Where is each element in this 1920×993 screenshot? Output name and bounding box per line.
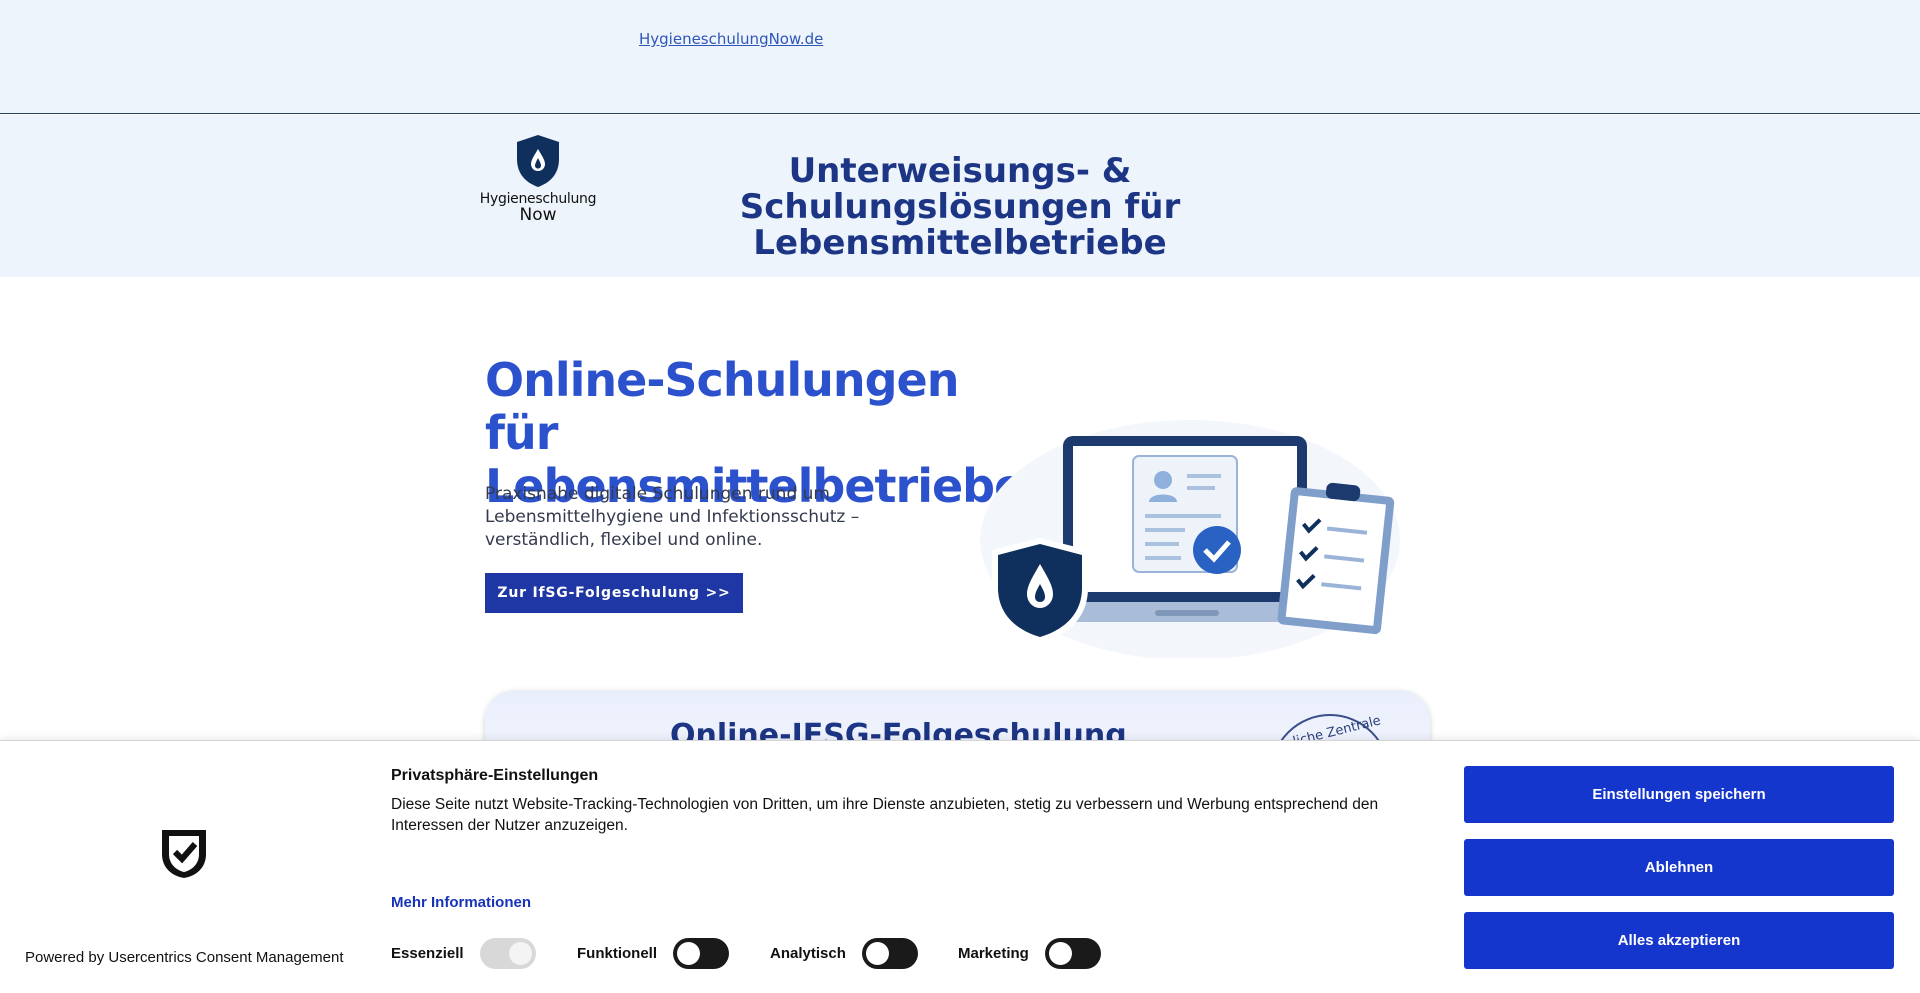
toggle-essential-switch (479, 938, 536, 969)
more-info-link[interactable]: Mehr Informationen (391, 894, 531, 911)
usercentrics-shield-icon (162, 830, 206, 878)
toggle-marketing: Marketing (958, 938, 1101, 969)
accept-all-button[interactable]: Alles akzeptieren (1464, 912, 1894, 969)
toggle-marketing-label: Marketing (958, 945, 1029, 962)
toggle-functional-label: Funktionell (577, 945, 657, 962)
toggle-marketing-switch[interactable] (1044, 938, 1101, 969)
powered-by-text: Powered by Usercentrics Consent Manageme… (25, 949, 344, 966)
laptop-checklist-illustration (980, 420, 1400, 658)
shield-drop-icon (517, 135, 559, 187)
site-link[interactable]: HygieneschulungNow.de (639, 30, 823, 48)
hero-description: Praxisnahe digitale Schulungen rund um L… (485, 484, 860, 550)
toggle-essential: Essenziell (391, 938, 536, 969)
consent-description: Diese Seite nutzt Website-Tracking-Techn… (391, 796, 1379, 834)
top-bar: HygieneschulungNow.de (0, 0, 1920, 114)
toggle-essential-label: Essenziell (391, 945, 464, 962)
toggle-analytics-switch[interactable] (861, 938, 918, 969)
logo-text-line2: Now (519, 205, 557, 225)
toggle-analytics: Analytisch (770, 938, 918, 969)
toggle-functional: Funktionell (577, 938, 729, 969)
consent-title: Privatsphäre-Einstellungen (391, 767, 599, 784)
toggle-functional-switch[interactable] (673, 938, 729, 969)
cookie-consent-banner: Powered by Usercentrics Consent Manageme… (0, 740, 1920, 993)
deny-button[interactable]: Ablehnen (1464, 839, 1894, 896)
site-header: Hygieneschulung Now Unterweisungs- & Sch… (0, 115, 1920, 277)
ifsg-followup-button[interactable]: Zur IfSG-Folgeschulung >> (485, 573, 743, 613)
toggle-analytics-label: Analytisch (770, 945, 846, 962)
brand-logo[interactable]: Hygieneschulung Now (478, 133, 598, 243)
header-title: Unterweisungs- & Schulungslösungen für L… (739, 151, 1181, 263)
save-settings-button[interactable]: Einstellungen speichern (1464, 766, 1894, 823)
